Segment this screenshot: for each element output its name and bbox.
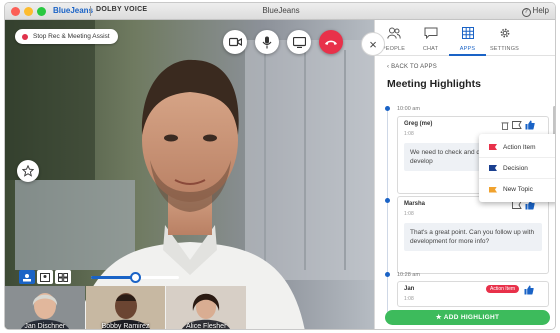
menu-item-label: Action Item bbox=[503, 143, 536, 151]
end-call-button[interactable] bbox=[319, 30, 343, 54]
close-icon: × bbox=[369, 36, 377, 52]
highlight-star-button[interactable] bbox=[17, 160, 39, 182]
trash-icon[interactable] bbox=[501, 121, 509, 130]
star-icon: ★ bbox=[435, 314, 442, 321]
card-actions bbox=[524, 285, 534, 295]
highlight-timestamp: 1:08 bbox=[404, 131, 414, 137]
participant-name: Alice Flesher bbox=[185, 323, 227, 330]
layout-people-button[interactable] bbox=[37, 270, 53, 284]
tab-chat-label: CHAT bbox=[422, 46, 439, 52]
app-window: BlueJeans DOLBY VOICE BlueJeans ? Help S… bbox=[4, 2, 556, 330]
tab-apps[interactable]: APPS bbox=[449, 20, 486, 56]
help-button[interactable]: ? Help bbox=[521, 6, 549, 17]
tab-apps-label: APPS bbox=[459, 46, 476, 52]
flag-icon[interactable] bbox=[512, 121, 522, 129]
highlight-time: 10:00 am bbox=[397, 106, 420, 112]
card-actions bbox=[501, 120, 535, 130]
screen-share-icon bbox=[292, 36, 306, 48]
help-label: Help bbox=[532, 6, 549, 15]
highlight-timestamp: 1:08 bbox=[404, 296, 414, 302]
stop-recording-button[interactable]: Stop Rec & Meeting Assist bbox=[15, 29, 118, 44]
record-dot-icon bbox=[22, 34, 28, 40]
stop-recording-label: Stop Rec & Meeting Assist bbox=[33, 33, 110, 40]
add-highlight-label: ADD HIGHLIGHT bbox=[443, 314, 500, 321]
blue-flag-icon bbox=[489, 165, 497, 171]
highlight-author: Greg (me) bbox=[404, 121, 433, 127]
window-title: BlueJeans bbox=[262, 6, 300, 15]
participant-strip: Jan Dischner Bobby Ramirez Alice Flesher bbox=[5, 286, 247, 330]
video-camera-icon bbox=[228, 37, 242, 47]
highlight-author: Jan bbox=[404, 286, 415, 292]
microphone-icon bbox=[262, 36, 272, 48]
gallery-layout-icon bbox=[58, 272, 68, 282]
star-icon bbox=[22, 165, 34, 177]
orange-flag-icon bbox=[489, 186, 497, 193]
chat-icon bbox=[424, 27, 437, 40]
volume-slider[interactable] bbox=[91, 272, 179, 283]
timeline-dot bbox=[385, 106, 390, 111]
mute-button[interactable] bbox=[255, 30, 279, 54]
timeline-dot bbox=[385, 198, 390, 203]
title-bar: BlueJeans DOLBY VOICE BlueJeans ? Help bbox=[5, 3, 555, 20]
menu-item-decision[interactable]: Decision bbox=[479, 158, 555, 179]
menu-item-label: New Topic bbox=[503, 186, 533, 193]
video-toggle-button[interactable] bbox=[223, 30, 247, 54]
highlight-type-menu: Action Item Decision New Topic bbox=[479, 134, 555, 202]
action-item-badge: Action Item bbox=[486, 285, 520, 293]
participant-thumbnail[interactable]: Bobby Ramirez bbox=[85, 286, 166, 330]
timeline-line bbox=[387, 108, 388, 318]
layout-speaker-button[interactable] bbox=[19, 270, 35, 284]
tab-settings[interactable]: SETTINGS bbox=[486, 20, 523, 56]
thumbs-up-icon[interactable] bbox=[524, 285, 534, 295]
volume-slider-fill bbox=[91, 276, 135, 279]
highlight-timestamp: 1:08 bbox=[404, 211, 414, 217]
participant-thumbnail[interactable]: Jan Dischner bbox=[5, 286, 85, 330]
help-icon: ? bbox=[521, 8, 531, 17]
speaker-layout-icon bbox=[23, 273, 31, 281]
tab-settings-label: SETTINGS bbox=[489, 46, 520, 52]
highlight-author: Marsha bbox=[404, 201, 426, 207]
timeline-dot bbox=[385, 272, 390, 277]
close-panel-button[interactable]: × bbox=[361, 32, 385, 56]
layout-switcher bbox=[19, 270, 71, 284]
participant-name: Jan Dischner bbox=[24, 323, 66, 330]
screen-share-button[interactable] bbox=[287, 30, 311, 54]
back-to-apps-label: BACK TO APPS bbox=[391, 64, 437, 70]
menu-item-new-topic[interactable]: New Topic bbox=[479, 179, 555, 200]
thumbs-up-icon[interactable] bbox=[525, 120, 535, 130]
highlight-card[interactable]: Marsha 1:08 That's a great point. Can yo… bbox=[397, 196, 549, 274]
people-icon bbox=[386, 27, 401, 39]
volume-slider-knob[interactable] bbox=[130, 272, 141, 283]
back-to-apps-link[interactable]: ‹ BACK TO APPS bbox=[387, 64, 437, 70]
red-flag-icon bbox=[489, 144, 497, 150]
menu-item-label: Decision bbox=[503, 164, 528, 172]
person-layout-icon bbox=[40, 272, 50, 282]
highlight-message: That's a great point. Can you follow up … bbox=[404, 223, 542, 251]
end-call-icon bbox=[325, 40, 337, 45]
participant-name: Bobby Ramirez bbox=[101, 323, 150, 330]
flag-icon[interactable] bbox=[512, 201, 522, 209]
main-video: Stop Rec & Meeting Assist Jan Dischner B… bbox=[5, 20, 374, 330]
tab-chat[interactable]: CHAT bbox=[412, 20, 449, 56]
add-highlight-button[interactable]: ★ ADD HIGHLIGHT bbox=[385, 310, 550, 325]
highlight-card[interactable]: Jan 1:08 Action Item bbox=[397, 281, 549, 307]
participant-thumbnail[interactable]: Alice Flesher bbox=[166, 286, 247, 330]
gear-icon bbox=[500, 28, 509, 38]
apps-icon bbox=[461, 27, 474, 39]
layout-gallery-button[interactable] bbox=[55, 270, 71, 284]
panel-tabs: PEOPLE CHAT APPS SETTINGS bbox=[375, 20, 555, 56]
menu-item-action-item[interactable]: Action Item bbox=[479, 137, 555, 158]
page-title: Meeting Highlights bbox=[387, 78, 481, 90]
highlight-time: 10:28 am bbox=[397, 272, 420, 278]
